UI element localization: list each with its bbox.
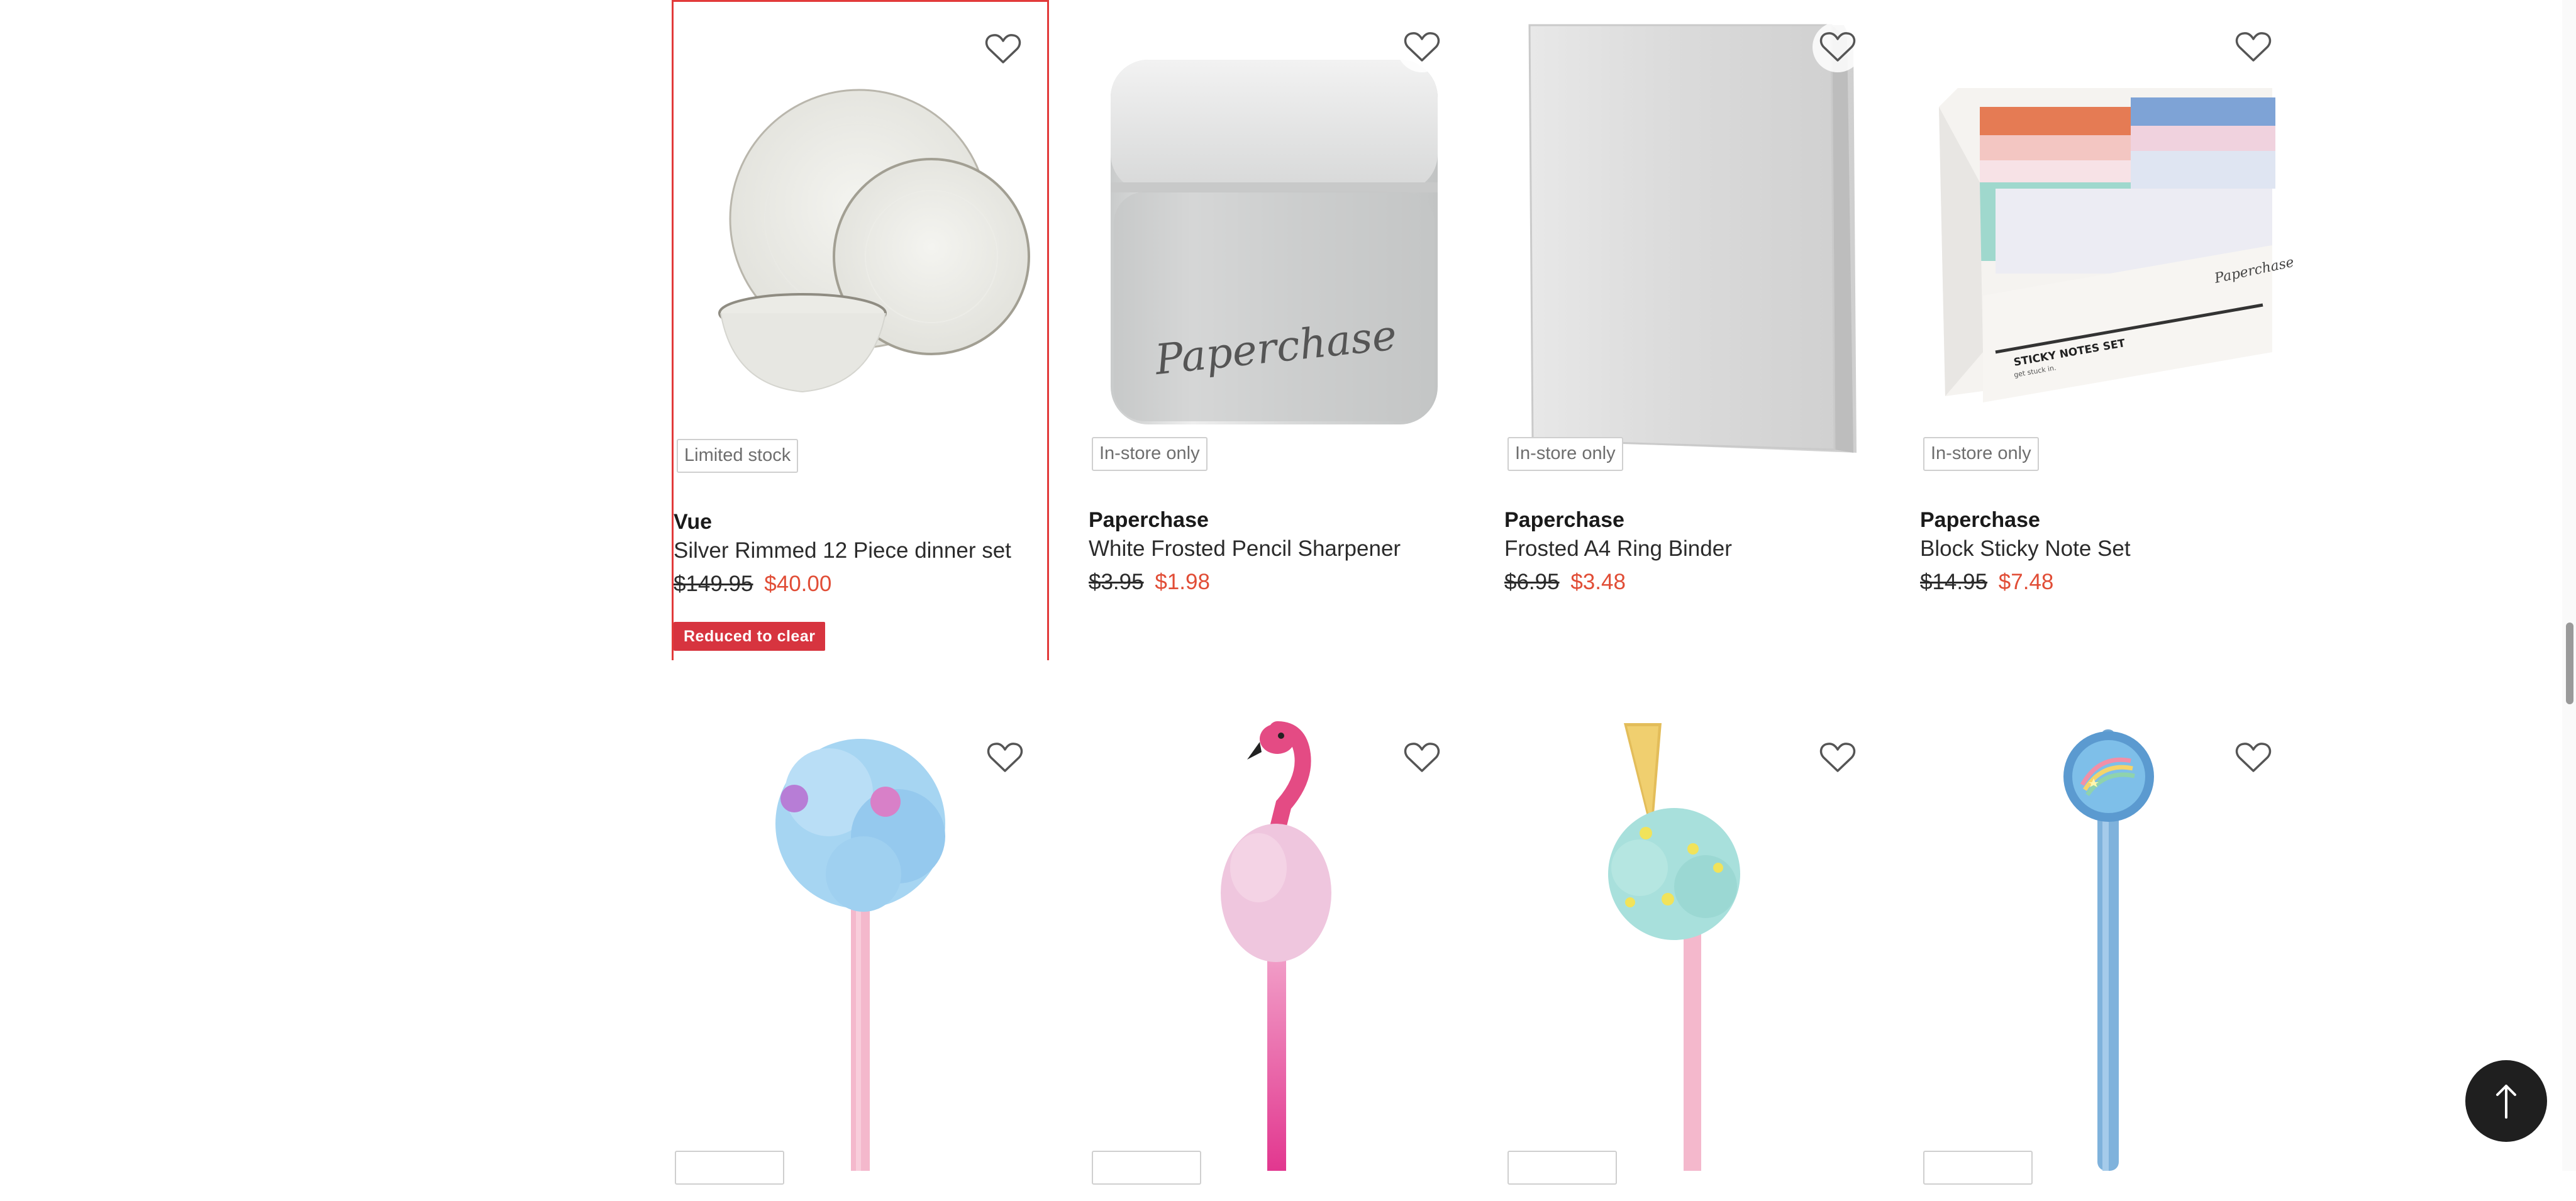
was-price: $6.95 xyxy=(1504,570,1560,594)
product-price: $149.95 $40.00 xyxy=(674,572,831,597)
availability-tag: In-store only xyxy=(1923,437,2039,471)
heart-icon xyxy=(2235,32,2272,62)
sale-price: $7.48 xyxy=(1998,570,2054,594)
scrollbar-thumb[interactable] xyxy=(2566,623,2573,704)
was-price: $149.95 xyxy=(674,572,753,596)
add-to-wishlist-button[interactable] xyxy=(978,24,1028,74)
product-name[interactable]: Frosted A4 Ring Binder xyxy=(1504,536,1732,562)
product-price: $14.95 $7.48 xyxy=(1920,570,2053,595)
add-to-wishlist-button[interactable] xyxy=(2228,22,2279,72)
add-to-wishlist-button[interactable] xyxy=(2228,733,2279,783)
availability-tag: In-store only xyxy=(1507,437,1623,471)
product-name[interactable]: Block Sticky Note Set xyxy=(1920,536,2131,562)
was-price: $3.95 xyxy=(1089,570,1144,594)
product-name[interactable]: White Frosted Pencil Sharpener xyxy=(1089,536,1401,562)
heart-icon xyxy=(1404,32,1440,62)
heart-icon xyxy=(987,743,1023,772)
availability-tag xyxy=(675,1151,784,1185)
availability-tag xyxy=(1923,1151,2033,1185)
add-to-wishlist-button[interactable] xyxy=(1813,22,1863,72)
product-brand: Vue xyxy=(674,510,713,534)
sale-price: $1.98 xyxy=(1155,570,1210,594)
availability-tag xyxy=(1092,1151,1201,1185)
product-tile[interactable] xyxy=(1920,711,2297,1201)
heart-icon xyxy=(985,34,1021,64)
product-price: $6.95 $3.48 xyxy=(1504,570,1626,595)
heart-icon xyxy=(1404,743,1440,772)
add-to-wishlist-button[interactable] xyxy=(980,733,1030,783)
product-brand: Paperchase xyxy=(1089,508,1209,532)
heart-icon xyxy=(2235,743,2272,772)
heart-icon xyxy=(1819,743,1856,772)
arrow-up-icon xyxy=(2496,1085,2516,1119)
page-scrollbar[interactable] xyxy=(2562,0,2576,1171)
add-to-wishlist-button[interactable] xyxy=(1813,733,1863,783)
add-to-wishlist-button[interactable] xyxy=(1397,22,1447,72)
product-price: $3.95 $1.98 xyxy=(1089,570,1210,595)
product-brand: Paperchase xyxy=(1504,508,1624,532)
product-tile[interactable] xyxy=(1504,711,1882,1201)
product-tile[interactable]: STICKY NOTES SET get stuck in. Paperchas… xyxy=(1920,0,2297,660)
availability-tag xyxy=(1507,1151,1617,1185)
sale-price: $40.00 xyxy=(764,572,832,596)
product-tile[interactable]: In-store only Paperchase Frosted A4 Ring… xyxy=(1504,0,1882,660)
stock-tag: Limited stock xyxy=(677,439,799,473)
product-brand: Paperchase xyxy=(1920,508,2040,532)
sale-price: $3.48 xyxy=(1570,570,1626,594)
product-tile[interactable] xyxy=(1089,711,1466,1201)
heart-icon xyxy=(1819,32,1856,62)
add-to-wishlist-button[interactable] xyxy=(1397,733,1447,783)
product-name[interactable]: Silver Rimmed 12 Piece dinner set xyxy=(674,538,1011,563)
product-tile[interactable]: Paperchase In-store only Paperchase Whit… xyxy=(1089,0,1466,660)
availability-tag: In-store only xyxy=(1092,437,1208,471)
was-price: $14.95 xyxy=(1920,570,1988,594)
product-tile[interactable] xyxy=(672,711,1049,1201)
back-to-top-button[interactable] xyxy=(2465,1060,2547,1142)
product-tile[interactable]: Limited stock Vue Silver Rimmed 12 Piece… xyxy=(672,0,1049,660)
clearance-badge: Reduced to clear xyxy=(674,622,826,651)
product-grid-page: Limited stock Vue Silver Rimmed 12 Piece… xyxy=(0,0,2576,1185)
